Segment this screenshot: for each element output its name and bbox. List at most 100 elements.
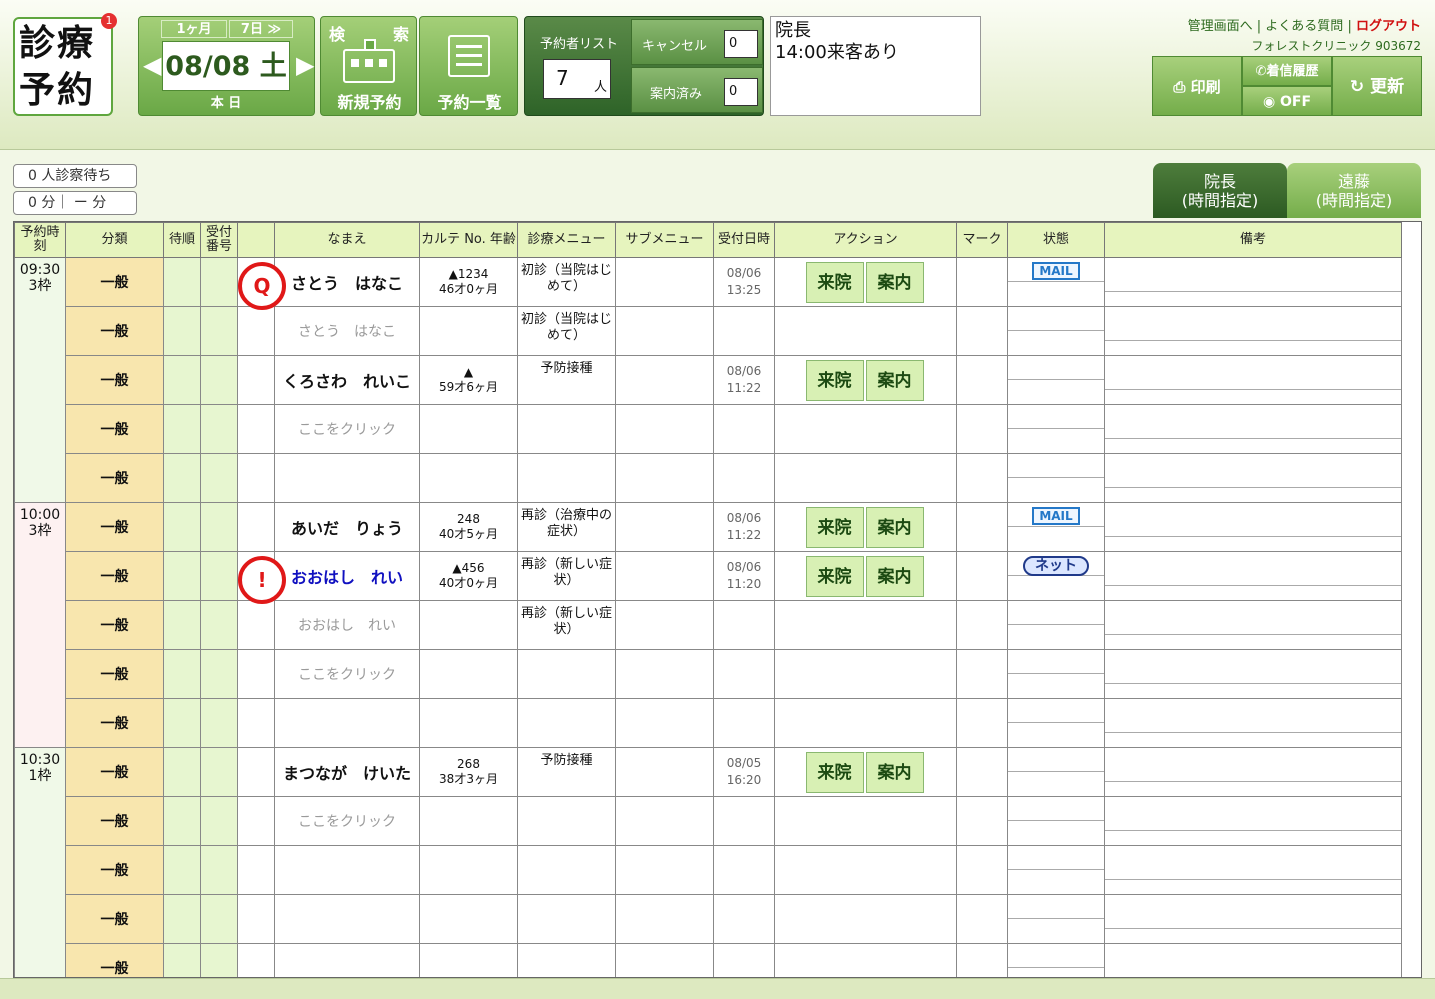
submenu-cell[interactable] bbox=[615, 845, 714, 895]
remarks-cell[interactable] bbox=[1104, 551, 1402, 601]
menu-cell[interactable] bbox=[517, 894, 616, 944]
table-row[interactable]: 一般 ここをクリック bbox=[15, 649, 1402, 699]
category-cell[interactable]: 一般 bbox=[65, 943, 164, 977]
prev-day-icon[interactable]: ◀ bbox=[143, 51, 161, 79]
patient-name[interactable] bbox=[274, 845, 420, 895]
submenu-cell[interactable] bbox=[615, 551, 714, 601]
mark-cell[interactable] bbox=[956, 453, 1008, 503]
remarks-cell[interactable] bbox=[1104, 747, 1402, 797]
mark-cell[interactable] bbox=[956, 747, 1008, 797]
category-cell[interactable]: 一般 bbox=[65, 845, 164, 895]
remarks-cell[interactable] bbox=[1104, 355, 1402, 405]
menu-cell[interactable]: 初診（当院はじめて） bbox=[517, 257, 616, 307]
reservation-list-button[interactable]: 予約一覧 bbox=[419, 16, 518, 116]
table-row[interactable]: 09:30 3枠 一般 Q さとう はなこ ▲1234 46才0ヶ月 初診（当院はじめて） 08… bbox=[14, 257, 1402, 503]
menu-cell[interactable]: 再診（新しい症状） bbox=[517, 551, 616, 601]
submenu-cell[interactable] bbox=[615, 894, 714, 944]
remarks-cell[interactable] bbox=[1104, 649, 1402, 699]
arrive-button[interactable]: 来院 bbox=[805, 555, 864, 597]
reserve-count-box[interactable]: 7 人 bbox=[543, 59, 611, 99]
remarks-cell[interactable] bbox=[1104, 600, 1402, 650]
patient-name[interactable]: あいだ りょう bbox=[274, 502, 420, 552]
menu-cell[interactable] bbox=[517, 649, 616, 699]
status-cell[interactable] bbox=[1007, 649, 1105, 699]
tab-doctor-director[interactable]: 院長 (時間指定) bbox=[1153, 163, 1287, 218]
menu-cell[interactable] bbox=[517, 698, 616, 748]
submenu-cell[interactable] bbox=[615, 649, 714, 699]
status-cell[interactable] bbox=[1007, 306, 1105, 356]
menu-cell[interactable]: 初診（当院はじめて） bbox=[517, 306, 616, 356]
mark-cell[interactable] bbox=[956, 943, 1008, 977]
category-cell[interactable]: 一般 bbox=[65, 698, 164, 748]
table-row[interactable]: 一般 bbox=[15, 845, 1402, 895]
cancel-panel[interactable]: キャンセル 0 bbox=[631, 19, 763, 65]
table-row[interactable]: 10:30 1枠 一般 まつなが けいた 268 38才3ヶ月 予防接種 08/05 16:20… bbox=[14, 747, 1402, 977]
category-cell[interactable]: 一般 bbox=[65, 551, 164, 601]
mark-cell[interactable] bbox=[956, 306, 1008, 356]
menu-cell[interactable] bbox=[517, 943, 616, 977]
table-row[interactable]: 一般 ここをクリック bbox=[15, 796, 1402, 846]
mark-cell[interactable] bbox=[956, 600, 1008, 650]
week-button[interactable]: 7日 ≫ bbox=[229, 20, 293, 38]
category-cell[interactable]: 一般 bbox=[65, 796, 164, 846]
category-cell[interactable]: 一般 bbox=[65, 600, 164, 650]
submenu-cell[interactable] bbox=[615, 453, 714, 503]
guide-button[interactable]: 案内 bbox=[865, 555, 924, 597]
arrive-button[interactable]: 来院 bbox=[805, 751, 864, 793]
submenu-cell[interactable] bbox=[615, 257, 714, 307]
arrive-button[interactable]: 来院 bbox=[805, 261, 864, 303]
next-day-icon[interactable]: ▶ bbox=[296, 51, 314, 79]
remarks-cell[interactable] bbox=[1104, 453, 1402, 503]
submenu-cell[interactable] bbox=[615, 943, 714, 977]
table-row[interactable]: 10:00 3枠 一般 あいだ りょう 248 40才5ヶ月 再診（治療中の症状） 08/06… bbox=[14, 502, 1402, 748]
remarks-cell[interactable] bbox=[1104, 698, 1402, 748]
mark-cell[interactable] bbox=[956, 355, 1008, 405]
menu-cell[interactable]: 予防接種 bbox=[517, 747, 616, 797]
status-cell[interactable] bbox=[1007, 747, 1105, 797]
memo-box[interactable]: 院長 14:00来客あり bbox=[770, 16, 981, 116]
arrive-button[interactable]: 来院 bbox=[805, 506, 864, 548]
table-row[interactable]: 一般 くろさわ れいこ ▲ 59才6ヶ月 予防接種 08/06 11:22 来院 案内 bbox=[15, 355, 1402, 405]
print-button[interactable]: ⎙ 印刷 bbox=[1152, 56, 1242, 116]
menu-cell[interactable] bbox=[517, 404, 616, 454]
mark-cell[interactable] bbox=[956, 796, 1008, 846]
category-cell[interactable]: 一般 bbox=[65, 502, 164, 552]
submenu-cell[interactable] bbox=[615, 306, 714, 356]
status-cell[interactable]: MAIL bbox=[1007, 257, 1105, 307]
remarks-cell[interactable] bbox=[1104, 257, 1402, 307]
remarks-cell[interactable] bbox=[1104, 943, 1402, 977]
guide-button[interactable]: 案内 bbox=[865, 359, 924, 401]
mark-cell[interactable] bbox=[956, 698, 1008, 748]
status-cell[interactable] bbox=[1007, 453, 1105, 503]
mark-cell[interactable] bbox=[956, 649, 1008, 699]
table-row[interactable]: 一般 bbox=[15, 943, 1402, 977]
status-cell[interactable] bbox=[1007, 845, 1105, 895]
mark-cell[interactable] bbox=[956, 894, 1008, 944]
new-reservation-button[interactable]: 検 索 新規予約 bbox=[320, 16, 417, 116]
status-cell[interactable] bbox=[1007, 698, 1105, 748]
guide-button[interactable]: 案内 bbox=[865, 506, 924, 548]
status-cell[interactable]: ネット bbox=[1007, 551, 1105, 601]
category-cell[interactable]: 一般 bbox=[65, 649, 164, 699]
mark-cell[interactable] bbox=[956, 551, 1008, 601]
submenu-cell[interactable] bbox=[615, 355, 714, 405]
mark-cell[interactable] bbox=[956, 502, 1008, 552]
submenu-cell[interactable] bbox=[615, 502, 714, 552]
call-status-toggle[interactable]: ◉ OFF bbox=[1242, 86, 1332, 116]
status-cell[interactable] bbox=[1007, 894, 1105, 944]
logout-link[interactable]: ログアウト bbox=[1356, 19, 1421, 34]
status-cell[interactable] bbox=[1007, 796, 1105, 846]
patient-name[interactable]: さとう はなこ bbox=[274, 306, 420, 356]
patient-name[interactable]: ここをクリック bbox=[274, 649, 420, 699]
patient-name[interactable]: おおはし れい bbox=[274, 551, 420, 601]
remarks-cell[interactable] bbox=[1104, 845, 1402, 895]
menu-cell[interactable] bbox=[517, 845, 616, 895]
menu-cell[interactable] bbox=[517, 453, 616, 503]
table-row[interactable]: 一般 おおはし れい 再診（新しい症状） bbox=[15, 600, 1402, 650]
category-cell[interactable]: 一般 bbox=[65, 404, 164, 454]
remarks-cell[interactable] bbox=[1104, 306, 1402, 356]
menu-cell[interactable]: 再診（治療中の症状） bbox=[517, 502, 616, 552]
arrive-button[interactable]: 来院 bbox=[805, 359, 864, 401]
submenu-cell[interactable] bbox=[615, 698, 714, 748]
remarks-cell[interactable] bbox=[1104, 796, 1402, 846]
